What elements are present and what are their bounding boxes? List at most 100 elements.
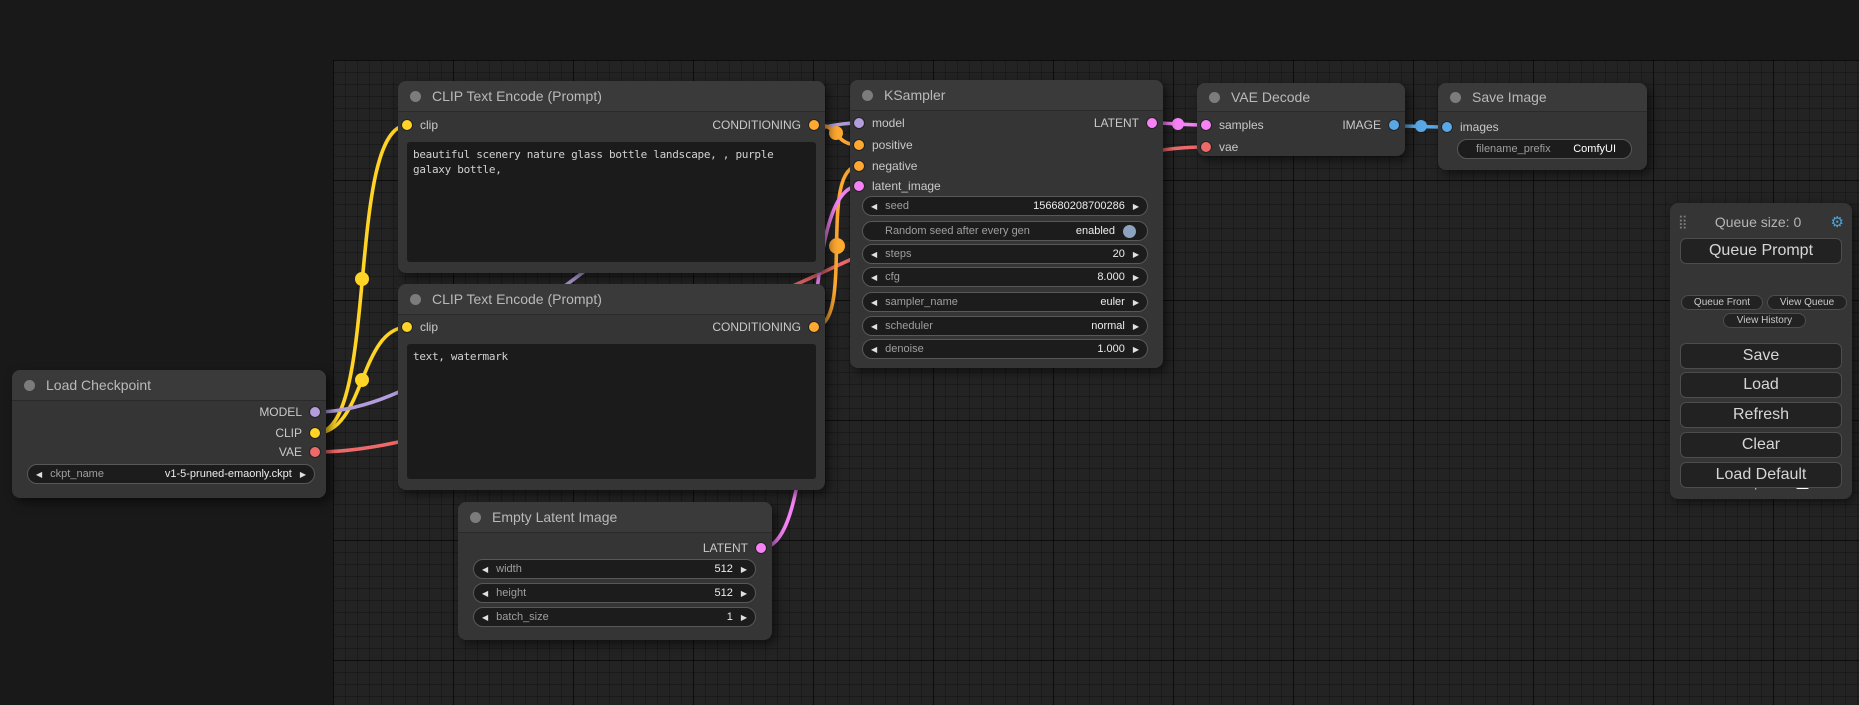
collapse-dot-icon[interactable] [410, 294, 421, 305]
widget-value: ComfyUI [1573, 143, 1616, 155]
queue-size-label: Queue size: 0 [1686, 214, 1831, 230]
increment-arrow-icon[interactable]: ▶ [733, 589, 755, 598]
collapse-dot-icon[interactable] [1450, 92, 1461, 103]
positive-input-port[interactable] [854, 140, 864, 150]
output-row: CLIP [12, 423, 326, 443]
clip-input-port[interactable] [402, 322, 412, 332]
sampler-name-widget[interactable]: ◀ sampler_name euler ▶ [862, 292, 1148, 312]
port-row: samples IMAGE [1197, 115, 1405, 135]
node-ksampler[interactable]: KSampler model LATENT positive negative … [850, 80, 1163, 368]
prev-arrow-icon[interactable]: ◀ [28, 470, 50, 479]
node-clip-text-encode-negative[interactable]: CLIP Text Encode (Prompt) clip CONDITION… [398, 284, 825, 490]
link-dot [829, 238, 845, 254]
save-button[interactable]: Save [1680, 343, 1842, 369]
clip-input-port[interactable] [402, 120, 412, 130]
decrement-arrow-icon[interactable]: ◀ [474, 613, 496, 622]
filename-prefix-widget[interactable]: filename_prefix ComfyUI [1457, 139, 1632, 159]
queue-prompt-button[interactable]: Queue Prompt [1680, 238, 1842, 264]
collapse-dot-icon[interactable] [1209, 92, 1220, 103]
model-input-port[interactable] [854, 118, 864, 128]
node-load-checkpoint[interactable]: Load Checkpoint MODEL CLIP VAE ◀ ckpt_na… [12, 370, 326, 498]
seed-widget[interactable]: ◀ seed 156680208700286 ▶ [862, 196, 1148, 216]
collapse-dot-icon[interactable] [24, 380, 35, 391]
clear-button[interactable]: Clear [1680, 432, 1842, 458]
node-title-bar[interactable]: CLIP Text Encode (Prompt) [398, 81, 825, 112]
ckpt-name-widget[interactable]: ◀ ckpt_name v1-5-pruned-emaonly.ckpt ▶ [27, 464, 315, 484]
node-title-bar[interactable]: Empty Latent Image [458, 502, 772, 533]
positive-prompt-textarea[interactable]: beautiful scenery nature glass bottle la… [407, 142, 816, 262]
latent-output-port[interactable] [1147, 118, 1157, 128]
increment-arrow-icon[interactable]: ▶ [1125, 202, 1147, 211]
refresh-button[interactable]: Refresh [1680, 402, 1842, 428]
increment-arrow-icon[interactable]: ▶ [1125, 345, 1147, 354]
load-button[interactable]: Load [1680, 372, 1842, 398]
queue-front-button[interactable]: Queue Front [1681, 295, 1763, 310]
steps-widget[interactable]: ◀ steps 20 ▶ [862, 244, 1148, 264]
widget-label: seed [885, 200, 909, 212]
prev-arrow-icon[interactable]: ◀ [863, 322, 885, 331]
conditioning-output-port[interactable] [809, 322, 819, 332]
toggle-circle-icon[interactable] [1123, 225, 1136, 238]
node-vae-decode[interactable]: VAE Decode samples IMAGE vae [1197, 83, 1405, 156]
node-title: Load Checkpoint [46, 377, 151, 393]
output-label: LATENT [703, 541, 748, 555]
samples-input-port[interactable] [1201, 120, 1211, 130]
decrement-arrow-icon[interactable]: ◀ [863, 273, 885, 282]
increment-arrow-icon[interactable]: ▶ [1125, 250, 1147, 259]
load-default-button[interactable]: Load Default [1680, 462, 1842, 488]
input-label: images [1460, 120, 1499, 134]
conditioning-output-port[interactable] [809, 120, 819, 130]
increment-arrow-icon[interactable]: ▶ [733, 613, 755, 622]
negative-prompt-textarea[interactable]: text, watermark [407, 344, 816, 479]
node-title-bar[interactable]: CLIP Text Encode (Prompt) [398, 284, 825, 315]
decrement-arrow-icon[interactable]: ◀ [863, 345, 885, 354]
latent-image-input-port[interactable] [854, 181, 864, 191]
node-title-bar[interactable]: Save Image [1438, 83, 1647, 112]
increment-arrow-icon[interactable]: ▶ [733, 565, 755, 574]
gear-icon[interactable]: ⚙ [1831, 213, 1844, 231]
input-label: samples [1219, 118, 1264, 132]
prev-arrow-icon[interactable]: ◀ [863, 298, 885, 307]
next-arrow-icon[interactable]: ▶ [1125, 322, 1147, 331]
node-title-bar[interactable]: KSampler [850, 80, 1163, 111]
images-input-port[interactable] [1442, 122, 1452, 132]
queue-panel: ⣿ Queue size: 0 ⚙ Queue Prompt Extra opt… [1670, 203, 1852, 499]
node-empty-latent-image[interactable]: Empty Latent Image LATENT ◀ width 512 ▶ … [458, 502, 772, 640]
latent-output-port[interactable] [756, 543, 766, 553]
drag-handle-icon[interactable]: ⣿ [1678, 214, 1686, 230]
next-arrow-icon[interactable]: ▶ [292, 470, 314, 479]
batch-size-widget[interactable]: ◀ batch_size 1 ▶ [473, 607, 756, 627]
output-row: MODEL [12, 402, 326, 422]
output-label: VAE [279, 445, 302, 459]
vae-output-port[interactable] [310, 447, 320, 457]
vae-input-port[interactable] [1201, 142, 1211, 152]
image-output-port[interactable] [1389, 120, 1399, 130]
collapse-dot-icon[interactable] [862, 90, 873, 101]
cfg-widget[interactable]: ◀ cfg 8.000 ▶ [862, 267, 1148, 287]
widget-label: Random seed after every gen [885, 225, 1030, 237]
view-history-button[interactable]: View History [1723, 313, 1806, 328]
decrement-arrow-icon[interactable]: ◀ [474, 565, 496, 574]
node-clip-text-encode-positive[interactable]: CLIP Text Encode (Prompt) clip CONDITION… [398, 81, 825, 273]
collapse-dot-icon[interactable] [470, 512, 481, 523]
decrement-arrow-icon[interactable]: ◀ [863, 202, 885, 211]
decrement-arrow-icon[interactable]: ◀ [474, 589, 496, 598]
node-title-bar[interactable]: Load Checkpoint [12, 370, 326, 401]
denoise-widget[interactable]: ◀ denoise 1.000 ▶ [862, 339, 1148, 359]
output-row: LATENT [458, 538, 772, 558]
node-title-bar[interactable]: VAE Decode [1197, 83, 1405, 112]
model-output-port[interactable] [310, 407, 320, 417]
view-queue-button[interactable]: View Queue [1767, 295, 1847, 310]
clip-output-port[interactable] [310, 428, 320, 438]
output-label: CONDITIONING [712, 118, 801, 132]
height-widget[interactable]: ◀ height 512 ▶ [473, 583, 756, 603]
collapse-dot-icon[interactable] [410, 91, 421, 102]
increment-arrow-icon[interactable]: ▶ [1125, 273, 1147, 282]
node-save-image[interactable]: Save Image images filename_prefix ComfyU… [1438, 83, 1647, 170]
seed-control-widget[interactable]: Random seed after every gen enabled [862, 221, 1148, 241]
next-arrow-icon[interactable]: ▶ [1125, 298, 1147, 307]
scheduler-widget[interactable]: ◀ scheduler normal ▶ [862, 316, 1148, 336]
width-widget[interactable]: ◀ width 512 ▶ [473, 559, 756, 579]
negative-input-port[interactable] [854, 161, 864, 171]
decrement-arrow-icon[interactable]: ◀ [863, 250, 885, 259]
